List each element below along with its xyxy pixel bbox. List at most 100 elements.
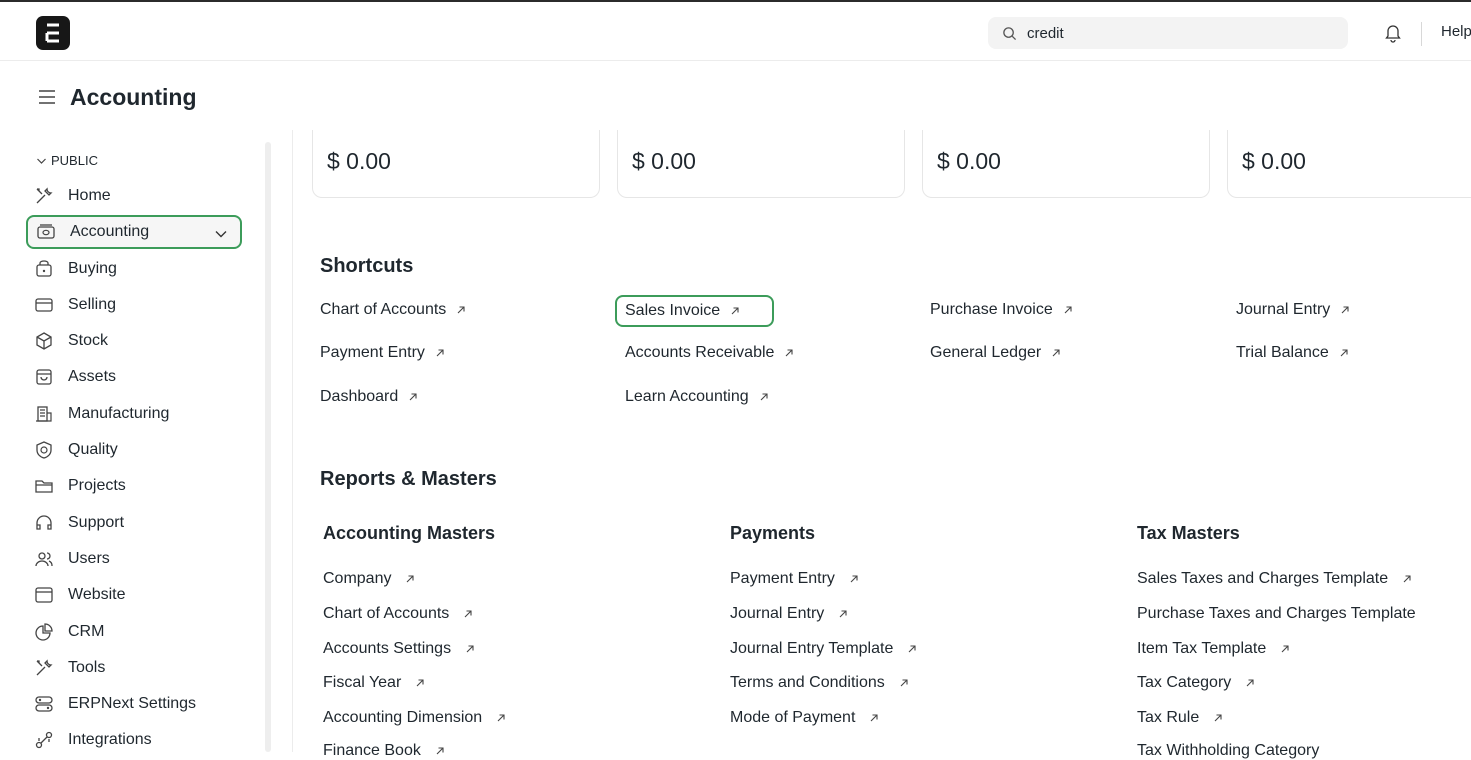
report-link-tax-category[interactable]: Tax Category: [1137, 674, 1255, 692]
arrow-up-right-icon: [849, 574, 859, 584]
arrow-up-right-icon: [1339, 348, 1349, 358]
shortcut-label: Dashboard: [320, 388, 399, 405]
shortcut-purchase-invoice[interactable]: Purchase Invoice: [930, 301, 1073, 319]
sidebar-item-label: Website: [68, 586, 126, 603]
card-icon: [32, 293, 56, 317]
arrow-up-right-icon: [463, 609, 473, 619]
integration-icon: [32, 728, 56, 752]
page-title: Accounting: [70, 84, 197, 110]
report-link-label: Fiscal Year: [323, 674, 402, 691]
arrow-up-right-icon: [496, 713, 506, 723]
arrow-up-right-icon: [730, 306, 740, 316]
sidebar-item-integrations[interactable]: Integrations: [26, 723, 242, 757]
pie-chart-icon: [32, 620, 56, 644]
shortcut-label: Trial Balance: [1236, 344, 1329, 361]
report-link-label: Journal Entry Template: [730, 640, 894, 657]
report-link-tax-withholding-category[interactable]: Tax Withholding Category: [1137, 742, 1319, 760]
shortcut-dashboard[interactable]: Dashboard: [320, 388, 418, 406]
group-title-tax-masters: Tax Masters: [1137, 523, 1240, 543]
sidebar-item-label: Selling: [68, 296, 117, 313]
number-card[interactable]: $ 0.00: [617, 130, 905, 198]
report-link-tax-rule[interactable]: Tax Rule: [1137, 709, 1223, 727]
report-link-company[interactable]: Company: [323, 570, 415, 588]
sidebar-item-crm[interactable]: CRM: [26, 615, 242, 649]
report-link-accounts-settings[interactable]: Accounts Settings: [323, 640, 475, 658]
report-link-label: Accounting Dimension: [323, 709, 483, 726]
report-link-sales-taxes-template[interactable]: Sales Taxes and Charges Template: [1137, 570, 1412, 588]
shortcut-learn-accounting[interactable]: Learn Accounting: [625, 388, 769, 406]
shortcut-journal-entry[interactable]: Journal Entry: [1236, 301, 1350, 319]
arrow-up-right-icon: [1340, 305, 1350, 315]
report-link-label: Item Tax Template: [1137, 640, 1267, 657]
arrow-up-right-icon: [465, 644, 475, 654]
arrow-up-right-icon: [899, 678, 909, 688]
help-menu[interactable]: Help: [1441, 23, 1471, 40]
sidebar-item-support[interactable]: Support: [26, 506, 242, 540]
sidebar-item-erpnext-settings[interactable]: ERPNext Settings: [26, 687, 242, 721]
report-link-payment-entry[interactable]: Payment Entry: [730, 570, 859, 588]
report-link-mode-of-payment[interactable]: Mode of Payment: [730, 709, 879, 727]
report-link-journal-entry-template[interactable]: Journal Entry Template: [730, 640, 917, 658]
sidebar-item-projects[interactable]: Projects: [26, 469, 242, 503]
number-card[interactable]: $ 0.00: [1227, 130, 1471, 198]
number-card[interactable]: $ 0.00: [312, 130, 600, 198]
notification-bell-icon[interactable]: [1384, 23, 1402, 48]
arrow-up-right-icon: [907, 644, 917, 654]
arrow-up-right-icon: [759, 392, 769, 402]
sidebar-item-stock[interactable]: Stock: [26, 324, 242, 358]
arrow-up-right-icon: [1245, 678, 1255, 688]
sidebar: PUBLIC Home Accounting Buying Selling St…: [0, 142, 262, 752]
sidebar-item-quality[interactable]: Quality: [26, 433, 242, 467]
search-input[interactable]: [1027, 24, 1327, 42]
report-link-finance-book[interactable]: Finance Book: [323, 742, 445, 760]
search-bar[interactable]: [988, 17, 1348, 49]
report-link-fiscal-year[interactable]: Fiscal Year: [323, 674, 425, 692]
settings-icon: [32, 692, 56, 716]
group-title-payments: Payments: [730, 523, 816, 543]
sidebar-item-label: Accounting: [70, 223, 150, 240]
sidebar-item-users[interactable]: Users: [26, 542, 242, 576]
report-link-item-tax-template[interactable]: Item Tax Template: [1137, 640, 1290, 658]
sidebar-item-tools[interactable]: Tools: [26, 651, 242, 685]
page-header: Accounting: [0, 60, 1471, 130]
number-card[interactable]: $ 0.00: [922, 130, 1210, 198]
report-link-accounting-dimension[interactable]: Accounting Dimension: [323, 709, 506, 727]
report-link-terms-and-conditions[interactable]: Terms and Conditions: [730, 674, 909, 692]
sidebar-item-manufacturing[interactable]: Manufacturing: [26, 397, 242, 431]
shortcut-accounts-receivable[interactable]: Accounts Receivable: [625, 344, 794, 362]
sidebar-item-label: Buying: [68, 260, 117, 277]
report-link-label: Accounts Settings: [323, 640, 452, 657]
arrow-up-right-icon: [1063, 305, 1073, 315]
logo-e-icon: [45, 23, 59, 43]
report-link-label: Chart of Accounts: [323, 605, 450, 622]
reports-heading: Reports & Masters: [320, 468, 497, 490]
app-logo[interactable]: [36, 16, 70, 50]
sidebar-item-selling[interactable]: Selling: [26, 288, 242, 322]
sidebar-item-label: CRM: [68, 623, 105, 640]
report-link-purchase-taxes-template[interactable]: Purchase Taxes and Charges Template: [1137, 605, 1416, 623]
asset-icon: [32, 365, 56, 389]
sidebar-item-assets[interactable]: Assets: [26, 360, 242, 394]
sidebar-item-home[interactable]: Home: [26, 179, 242, 213]
report-link-journal-entry[interactable]: Journal Entry: [730, 605, 848, 623]
sidebar-toggle-icon[interactable]: [38, 89, 56, 110]
sidebar-item-website[interactable]: Website: [26, 578, 242, 612]
arrow-up-right-icon: [405, 574, 415, 584]
arrow-up-right-icon: [415, 678, 425, 688]
group-title-accounting-masters: Accounting Masters: [323, 523, 496, 543]
browser-icon: [32, 583, 56, 607]
report-link-chart-of-accounts[interactable]: Chart of Accounts: [323, 605, 473, 623]
sidebar-item-accounting[interactable]: Accounting: [26, 215, 242, 249]
shortcut-general-ledger[interactable]: General Ledger: [930, 344, 1061, 362]
chevron-down-icon[interactable]: [214, 226, 228, 244]
shortcut-sales-invoice[interactable]: Sales Invoice: [615, 295, 775, 327]
arrow-up-right-icon: [1213, 713, 1223, 723]
shortcut-trial-balance[interactable]: Trial Balance: [1236, 344, 1349, 362]
shortcut-label: Accounts Receivable: [625, 344, 775, 361]
shortcut-payment-entry[interactable]: Payment Entry: [320, 344, 445, 362]
shortcut-chart-of-accounts[interactable]: Chart of Accounts: [320, 301, 466, 319]
sidebar-scrollbar[interactable]: [265, 142, 271, 752]
sidebar-item-buying[interactable]: Buying: [26, 252, 242, 286]
sidebar-section-public[interactable]: PUBLIC: [36, 153, 98, 168]
arrow-up-right-icon: [435, 746, 445, 756]
